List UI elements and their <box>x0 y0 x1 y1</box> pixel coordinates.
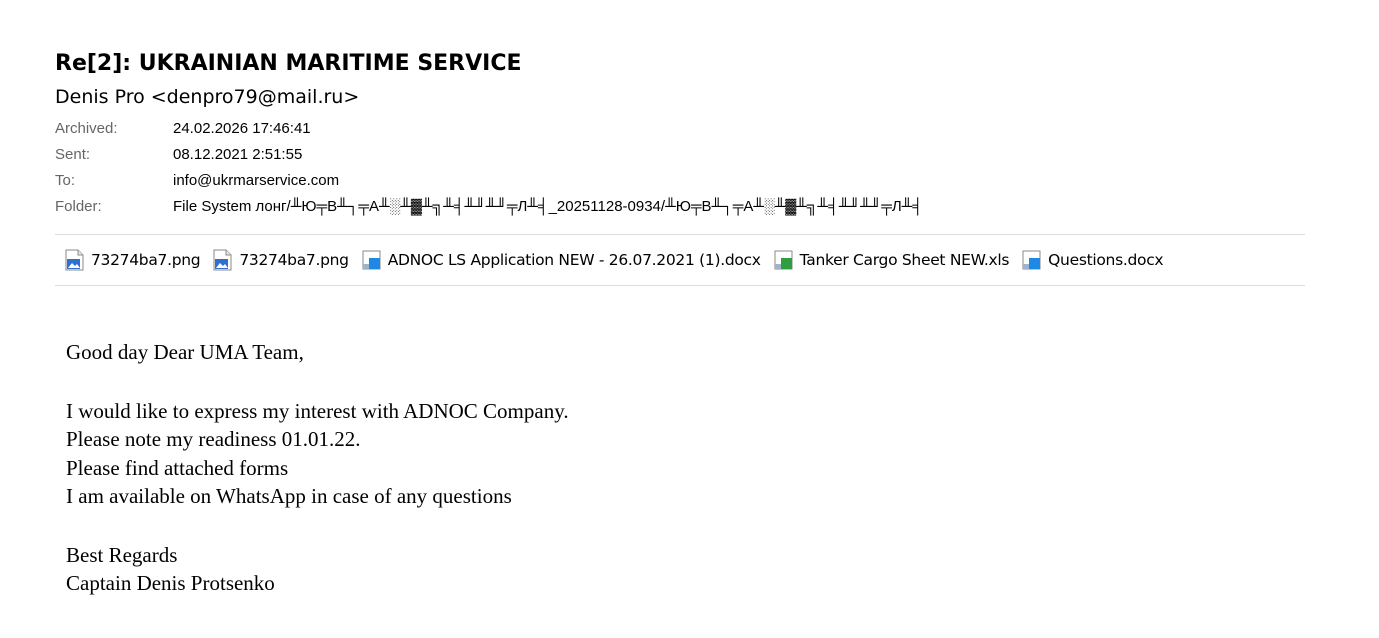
attachment-name: 73274ba7.png <box>239 251 349 269</box>
meta-label: Sent: <box>55 146 91 163</box>
word-document-icon <box>1021 249 1042 271</box>
meta-row-sent: Sent: 08.12.2021 2:51:55 <box>55 142 1305 168</box>
attachment-item[interactable]: 73274ba7.png <box>64 249 201 271</box>
excel-spreadsheet-icon <box>773 249 794 271</box>
attachment-name: Questions.docx <box>1048 251 1164 269</box>
folder-path: File System лонг/╨Ю╤В╨┐╤А╨░╨▓╨╗╨╡╨╜╨╜╤Л╨… <box>173 198 923 215</box>
body-line: Please note my readiness 01.01.22. <box>66 427 361 451</box>
word-document-icon <box>361 249 382 271</box>
meta-row-archived: Archived: 24.02.2026 17:46:41 <box>55 116 1305 142</box>
body-line: I would like to express my interest with… <box>66 398 569 423</box>
meta-row-folder: Folder: File System лонг/╨Ю╤В╨┐╤А╨░╨▓╨╗╨… <box>55 194 1305 220</box>
email-meta: Archived: 24.02.2026 17:46:41 Sent: 08.1… <box>55 116 1305 220</box>
attachment-name: Tanker Cargo Sheet NEW.xls <box>799 251 1010 269</box>
attachment-item[interactable]: Questions.docx <box>1021 249 1164 271</box>
body-line: I am available on WhatsApp in case of an… <box>66 484 512 508</box>
body-greeting: Good day Dear UMA Team, <box>66 340 304 364</box>
email-body: Good day Dear UMA Team, I would like to … <box>66 338 569 598</box>
attachment-name: 73274ba7.png <box>91 251 201 269</box>
body-line: Please find attached forms <box>66 455 289 480</box>
body-signature: Captain Denis Protsenko <box>66 571 275 595</box>
attachment-name: ADNOC LS Application NEW - 26.07.2021 (1… <box>387 251 761 269</box>
attachments-bar: 73274ba7.png 73274ba7.png ADNOC LS Appli… <box>55 234 1305 286</box>
email-subject: Re[2]: UKRAINIAN MARITIME SERVICE <box>55 51 522 76</box>
meta-row-to: To: info@ukrmarservice.com <box>55 168 1305 194</box>
recipient-address[interactable]: info@ukrmarservice.com <box>173 168 339 194</box>
meta-label: Folder: <box>55 198 102 215</box>
meta-label: Archived: <box>55 120 118 137</box>
meta-label: To: <box>55 172 76 189</box>
email-sender[interactable]: Denis Pro <denpro79@mail.ru> <box>55 84 1305 110</box>
attachment-item[interactable]: 73274ba7.png <box>212 249 349 271</box>
image-file-icon <box>212 249 233 271</box>
attachment-item[interactable]: Tanker Cargo Sheet NEW.xls <box>773 249 1010 271</box>
attachment-item[interactable]: ADNOC LS Application NEW - 26.07.2021 (1… <box>361 249 761 271</box>
email-header: Re[2]: UKRAINIAN MARITIME SERVICE Denis … <box>55 50 1305 220</box>
sent-date: 08.12.2021 2:51:55 <box>173 146 303 163</box>
archived-date: 24.02.2026 17:46:41 <box>173 120 311 137</box>
body-closing: Best Regards <box>66 542 178 567</box>
image-file-icon <box>64 249 85 271</box>
